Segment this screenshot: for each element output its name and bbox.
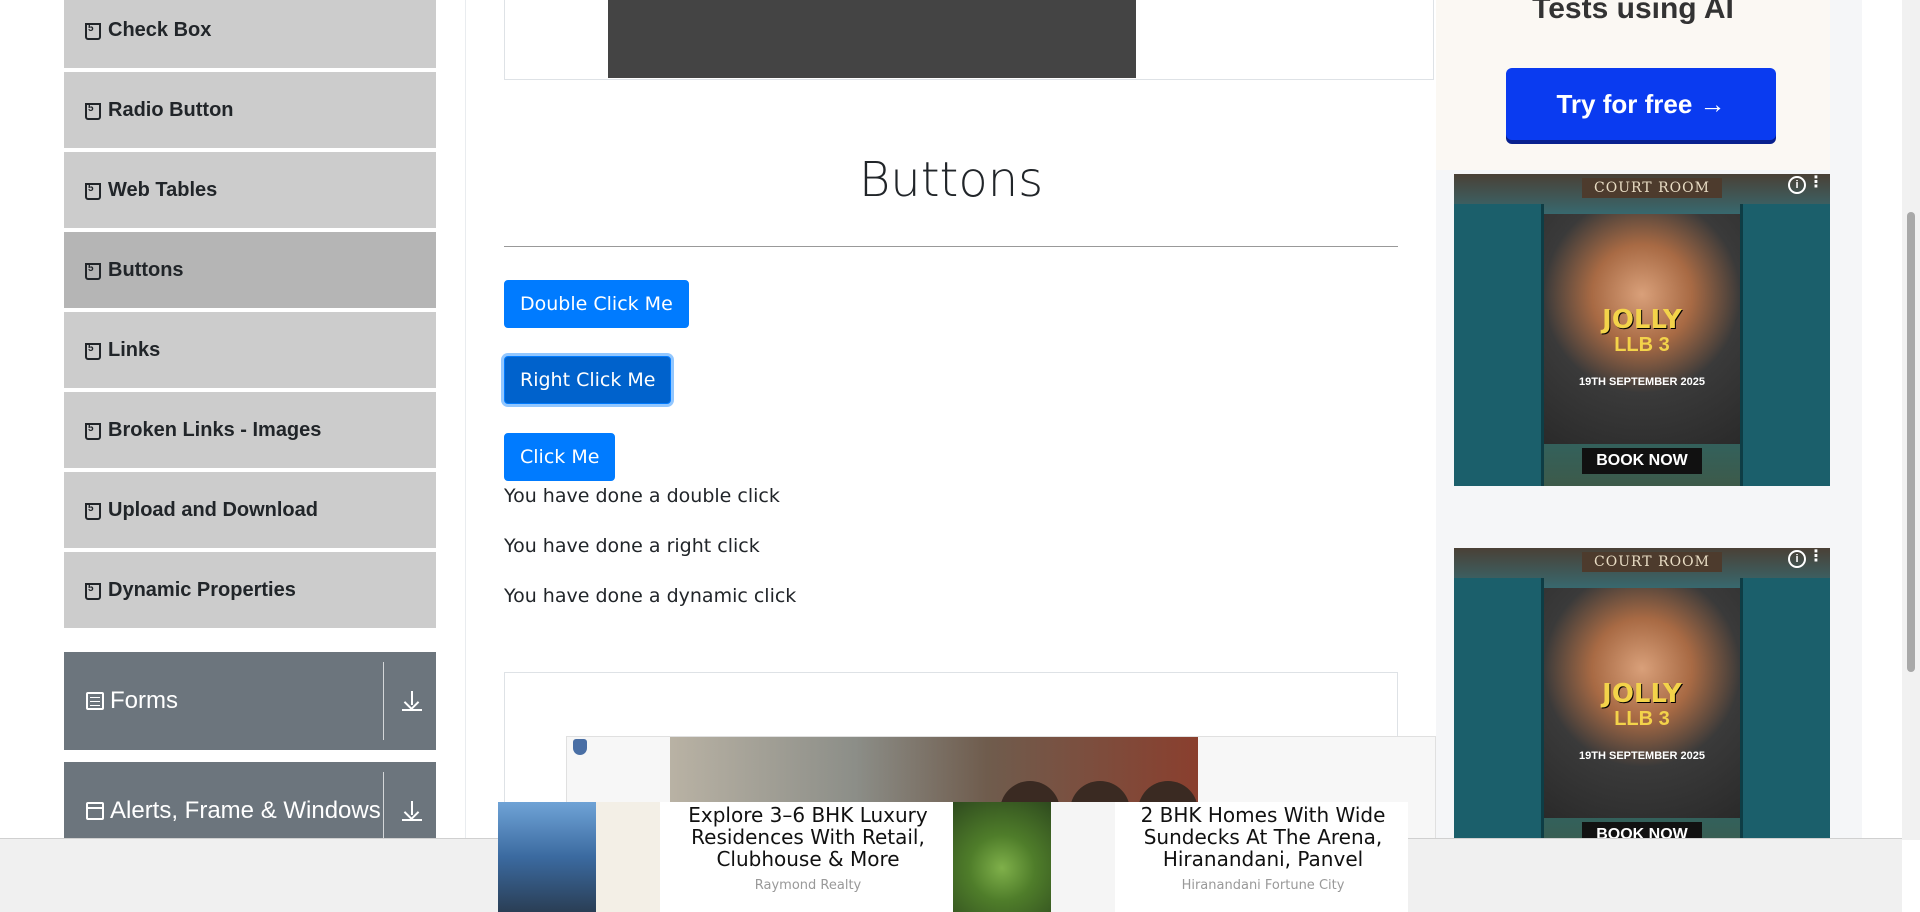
sidebar-item-label: Web Tables [108,178,218,201]
double-click-button[interactable]: Double Click Me [504,280,689,328]
top-ad-frame [504,0,1434,80]
download-icon[interactable] [402,801,422,821]
sidebar-item-label: Radio Button [108,98,234,121]
click-me-button[interactable]: Click Me [504,433,616,481]
movie-ad[interactable]: COURT ROOM JOLLY LLB 3 19TH SEPTEMBER 20… [1454,174,1830,486]
html5-icon [84,182,101,200]
native-ad-headline: Explore 3–6 BHK Luxury Residences With R… [688,803,928,871]
info-icon[interactable]: i [1788,550,1806,568]
sidebar-item-label: Buttons [108,258,184,281]
door-left [1454,578,1544,860]
dynamic-click-message: You have done a dynamic click [504,585,797,607]
movie-subtitle: LLB 3 [1614,708,1670,730]
group-divider [383,662,384,740]
sidebar-item-label: Dynamic Properties [108,578,296,601]
court-room-sign: COURT ROOM [1582,178,1722,198]
double-click-message: You have done a double click [504,485,780,507]
sidebar-item-label: Links [108,338,161,361]
sidebar-item-upload-download[interactable]: Upload and Download [64,472,436,550]
group-label: Forms [110,687,178,714]
page-title: Buttons [858,152,1044,208]
sidebar-item-web-tables[interactable]: Web Tables [64,152,436,230]
movie-subtitle: LLB 3 [1614,334,1670,356]
native-ad-headline: 2 BHK Homes With Wide Sundecks At The Ar… [1140,803,1386,871]
release-date: 19TH SEPTEMBER 2025 [1579,750,1705,762]
ad-thumbnail [498,802,596,912]
release-date: 19TH SEPTEMBER 2025 [1579,376,1705,388]
group-label: Alerts, Frame & Windows [110,797,381,824]
movie-title: JOLLY [1602,679,1682,709]
html5-icon [84,582,101,600]
form-icon [86,692,104,710]
door-right [1740,204,1830,486]
native-ad-source: Raymond Realty [754,878,862,893]
ad-thumbnail [1051,802,1115,912]
try-for-free-button[interactable]: Try for free → [1506,68,1776,140]
movie-title: JOLLY [1602,305,1682,335]
right-click-button[interactable]: Right Click Me [504,356,672,404]
movie-ad[interactable]: COURT ROOM JOLLY LLB 3 19TH SEPTEMBER 20… [1454,548,1830,860]
html5-icon [84,22,101,40]
html5-icon [84,342,101,360]
court-room-sign: COURT ROOM [1582,552,1722,572]
sidebar-item-label: Upload and Download [108,498,318,521]
window-icon [86,802,104,820]
sidebar-item-check-box[interactable]: Check Box [64,0,436,70]
door-right [1740,578,1830,860]
sidebar-item-radio-button[interactable]: Radio Button [64,72,436,150]
sidebar-item-label: Check Box [108,18,212,41]
info-icon[interactable]: i [1788,176,1806,194]
shield-icon [573,739,587,755]
download-icon[interactable] [402,691,422,711]
book-now-button[interactable]: BOOK NOW [1582,448,1702,474]
sidebar-item-label: Broken Links - Images [108,418,322,441]
sidebar-item-broken-links[interactable]: Broken Links - Images [64,392,436,470]
right-click-message: You have done a right click [504,535,760,557]
sidebar-item-dynamic-properties[interactable]: Dynamic Properties [64,552,436,630]
html5-icon [84,422,101,440]
sidebar-item-buttons[interactable]: Buttons [64,232,436,310]
ad-image [608,0,1136,78]
html5-icon [84,502,101,520]
door-left [1454,204,1544,486]
scroll-thumb[interactable] [1907,212,1915,672]
ai-ad-headline: Tests using AI [1532,0,1734,25]
html5-icon [84,262,101,280]
more-options-icon[interactable]: ⋮ [1808,549,1824,565]
native-ad[interactable]: 2 BHK Homes With Wide Sundecks At The Ar… [953,802,1408,912]
title-divider [504,246,1398,247]
more-options-icon[interactable]: ⋮ [1808,175,1824,191]
vertical-scrollbar[interactable] [1902,0,1920,840]
ad-thumbnail [953,802,1051,912]
native-ad[interactable]: Explore 3–6 BHK Luxury Residences With R… [498,802,953,912]
native-ad-source: Hiranandani Fortune City [1181,878,1345,893]
sidebar-item-links[interactable]: Links [64,312,436,390]
ai-ad[interactable]: Tests using AI Try for free → [1436,0,1830,170]
html5-icon [84,102,101,120]
sidebar: Check Box Radio Button Web Tables Button… [40,0,466,860]
group-forms[interactable]: Forms [64,652,436,750]
ad-thumbnail [596,802,660,912]
